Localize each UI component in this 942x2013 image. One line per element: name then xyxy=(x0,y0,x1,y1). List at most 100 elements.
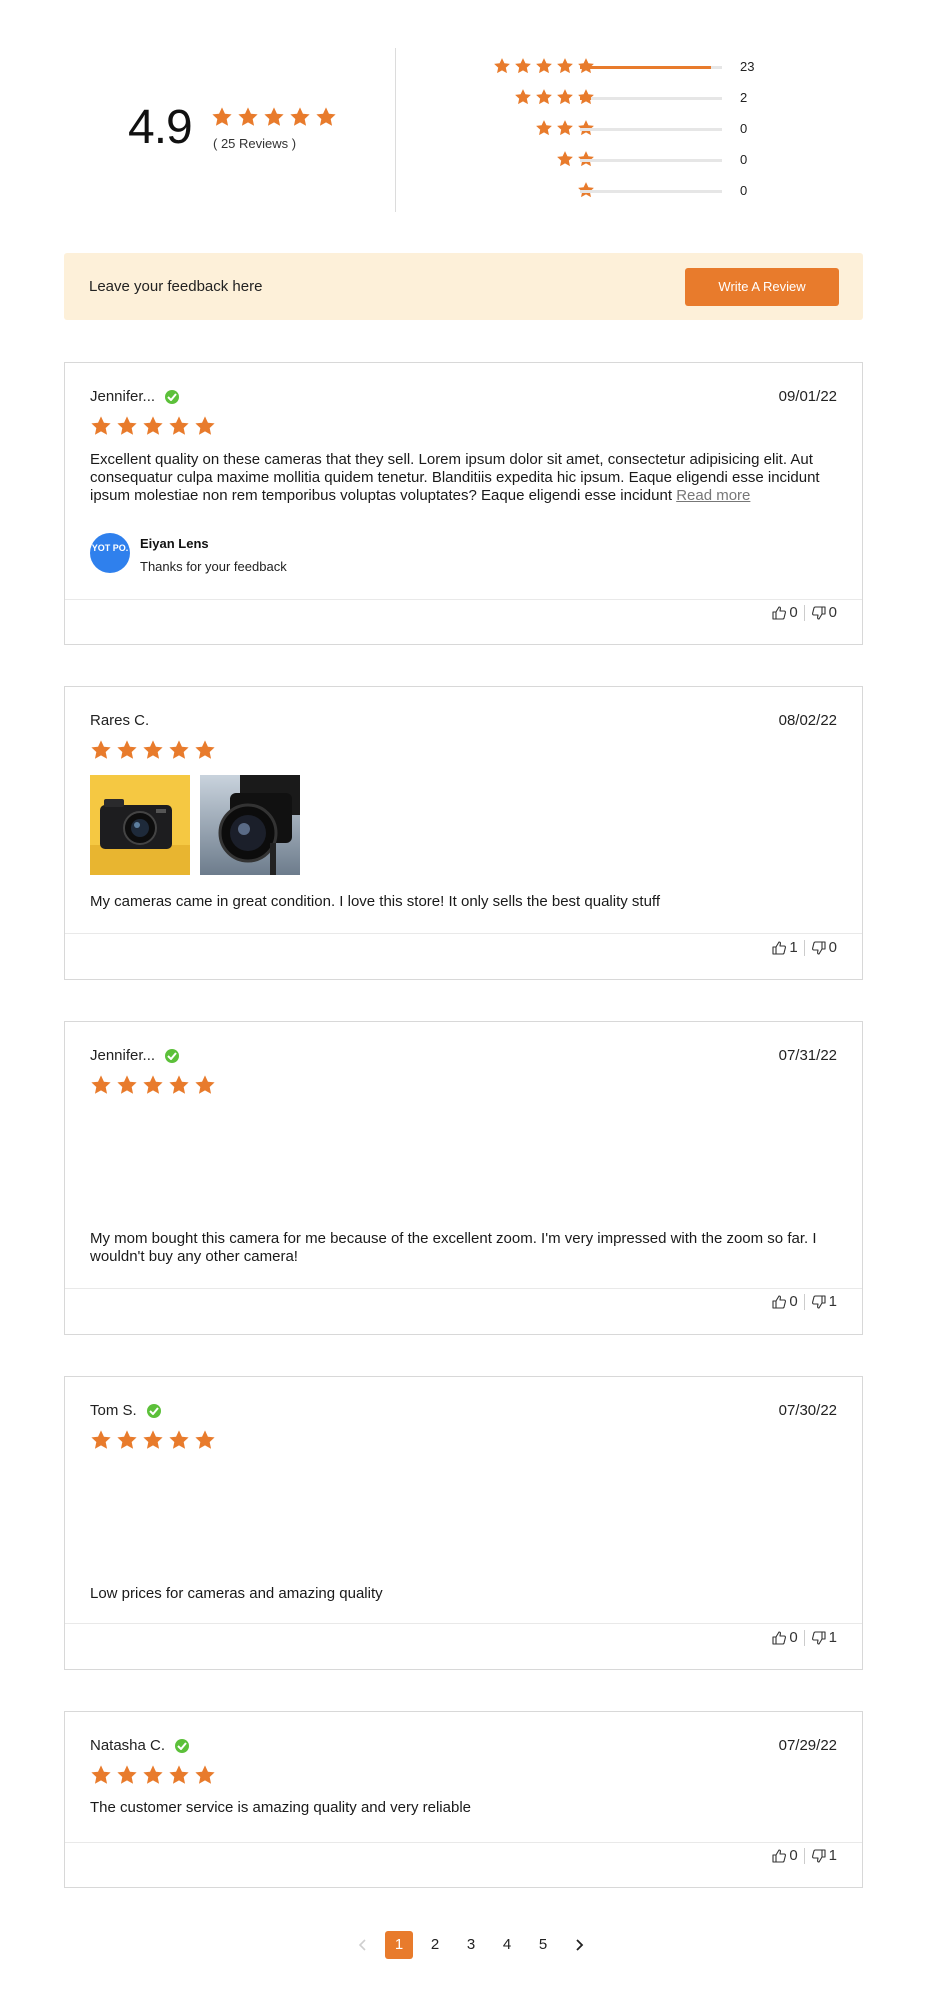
banner-text: Leave your feedback here xyxy=(89,278,263,295)
reviewer-name: Jennifer... xyxy=(90,388,156,405)
review-body: Low prices for cameras and amazing quali… xyxy=(90,1585,840,1603)
review-text: Low prices for cameras and amazing quali… xyxy=(90,1585,383,1602)
star-icon xyxy=(194,415,216,437)
star-icon xyxy=(142,415,164,437)
distribution-bar xyxy=(580,159,722,162)
star-icon xyxy=(211,106,233,128)
review-stars xyxy=(90,1074,220,1096)
distribution-row-4[interactable]: 2 xyxy=(440,88,780,108)
star-icon xyxy=(556,150,574,168)
page-3[interactable]: 3 xyxy=(457,1931,485,1959)
distribution-bar xyxy=(580,128,722,131)
star-icon xyxy=(116,1074,138,1096)
star-icon xyxy=(194,1764,216,1786)
star-icon xyxy=(514,88,532,106)
review-date: 09/01/22 xyxy=(778,388,837,405)
thumbs-down-icon[interactable] xyxy=(811,605,827,621)
review-card: Tom S. 07/30/22 Low prices for cameras a… xyxy=(64,1376,863,1670)
page-2[interactable]: 2 xyxy=(421,1931,449,1959)
thumbs-up-icon[interactable] xyxy=(771,940,787,956)
downvote-count: 1 xyxy=(828,1847,837,1864)
distribution-count: 2 xyxy=(740,90,748,105)
review-votes: 0 1 xyxy=(771,1847,837,1864)
pagination: 1 2 3 4 5 xyxy=(0,1930,942,1960)
star-icon xyxy=(168,415,190,437)
review-photo-compact-camera[interactable] xyxy=(90,775,190,875)
reviewer-name-wrap: Jennifer... xyxy=(90,1047,180,1064)
distribution-row-3[interactable]: 0 xyxy=(440,119,780,139)
review-body: My mom bought this camera for me because… xyxy=(90,1230,840,1266)
reviewer-name: Rares C. xyxy=(90,712,150,729)
distribution-bar xyxy=(580,66,722,69)
review-body: My cameras came in great condition. I lo… xyxy=(90,893,840,911)
vote-separator xyxy=(803,1629,805,1646)
store-reply: YOT PO. Eiyan Lens Thanks for your feedb… xyxy=(90,533,287,574)
star-icon xyxy=(90,1764,112,1786)
thumbs-up-icon[interactable] xyxy=(771,1630,787,1646)
star-icon xyxy=(535,88,553,106)
chevron-left-icon[interactable] xyxy=(349,1931,377,1959)
downvote-count: 1 xyxy=(828,1629,837,1646)
thumbs-up-icon[interactable] xyxy=(771,605,787,621)
rating-summary: 4.9 ( 25 Reviews ) 23 2 0 0 0 xyxy=(0,0,942,240)
thumbs-down-icon[interactable] xyxy=(811,940,827,956)
review-card: Natasha C. 07/29/22 The customer service… xyxy=(64,1711,863,1888)
page-5[interactable]: 5 xyxy=(529,1931,557,1959)
star-icon xyxy=(168,739,190,761)
verified-check-icon xyxy=(165,1048,180,1063)
thumbs-down-icon[interactable] xyxy=(811,1294,827,1310)
star-icon xyxy=(90,739,112,761)
verified-check-icon xyxy=(146,1403,161,1418)
upvote-count: 1 xyxy=(789,939,798,956)
reviewer-name: Jennifer... xyxy=(90,1047,156,1064)
review-votes: 0 0 xyxy=(771,604,837,621)
star-icon xyxy=(168,1074,190,1096)
star-icon xyxy=(263,106,285,128)
page-4[interactable]: 4 xyxy=(493,1931,521,1959)
star-icon xyxy=(168,1429,190,1451)
thumbs-down-icon[interactable] xyxy=(811,1630,827,1646)
distribution-row-2[interactable]: 0 xyxy=(440,150,780,170)
upvote-count: 0 xyxy=(789,1629,798,1646)
write-review-button[interactable]: Write A Review xyxy=(685,268,839,306)
star-icon xyxy=(194,1074,216,1096)
reviewer-name-wrap: Tom S. xyxy=(90,1402,161,1419)
star-icon xyxy=(289,106,311,128)
distribution-row-1[interactable]: 0 xyxy=(440,181,780,201)
upvote-count: 0 xyxy=(789,1847,798,1864)
upvote-count: 0 xyxy=(789,604,798,621)
downvote-count: 0 xyxy=(828,604,837,621)
star-icon xyxy=(116,1764,138,1786)
review-photo-dslr-camera[interactable] xyxy=(200,775,300,875)
chevron-right-icon[interactable] xyxy=(565,1931,593,1959)
star-icon xyxy=(556,119,574,137)
review-text: My cameras came in great condition. I lo… xyxy=(90,893,660,910)
thumbs-up-icon[interactable] xyxy=(771,1848,787,1864)
star-icon xyxy=(556,57,574,75)
verified-check-icon xyxy=(165,389,180,404)
page-1[interactable]: 1 xyxy=(385,1931,413,1959)
yotpo-logo: YOT PO. xyxy=(90,533,130,573)
review-stars xyxy=(90,1429,220,1451)
review-body: The customer service is amazing quality … xyxy=(90,1799,840,1817)
summary-divider xyxy=(395,48,396,212)
read-more-link[interactable]: Read more xyxy=(676,487,750,504)
reviewer-name-wrap: Jennifer... xyxy=(90,388,180,405)
thumbs-down-icon[interactable] xyxy=(811,1848,827,1864)
yotpo-logo-text: YOT PO. xyxy=(91,543,129,553)
review-votes: 1 0 xyxy=(771,939,837,956)
card-divider xyxy=(65,1623,862,1624)
star-icon xyxy=(142,1429,164,1451)
average-stars xyxy=(211,106,341,133)
distribution-row-5[interactable]: 23 xyxy=(440,57,780,77)
reviewer-name: Tom S. xyxy=(90,1402,137,1419)
star-icon xyxy=(116,1429,138,1451)
upvote-count: 0 xyxy=(789,1293,798,1310)
review-card: Jennifer... 07/31/22 My mom bought this … xyxy=(64,1021,863,1335)
star-icon xyxy=(116,415,138,437)
card-divider xyxy=(65,933,862,934)
thumbs-up-icon[interactable] xyxy=(771,1294,787,1310)
distribution-bar xyxy=(580,97,722,100)
review-stars xyxy=(90,1764,220,1786)
star-icon xyxy=(535,119,553,137)
